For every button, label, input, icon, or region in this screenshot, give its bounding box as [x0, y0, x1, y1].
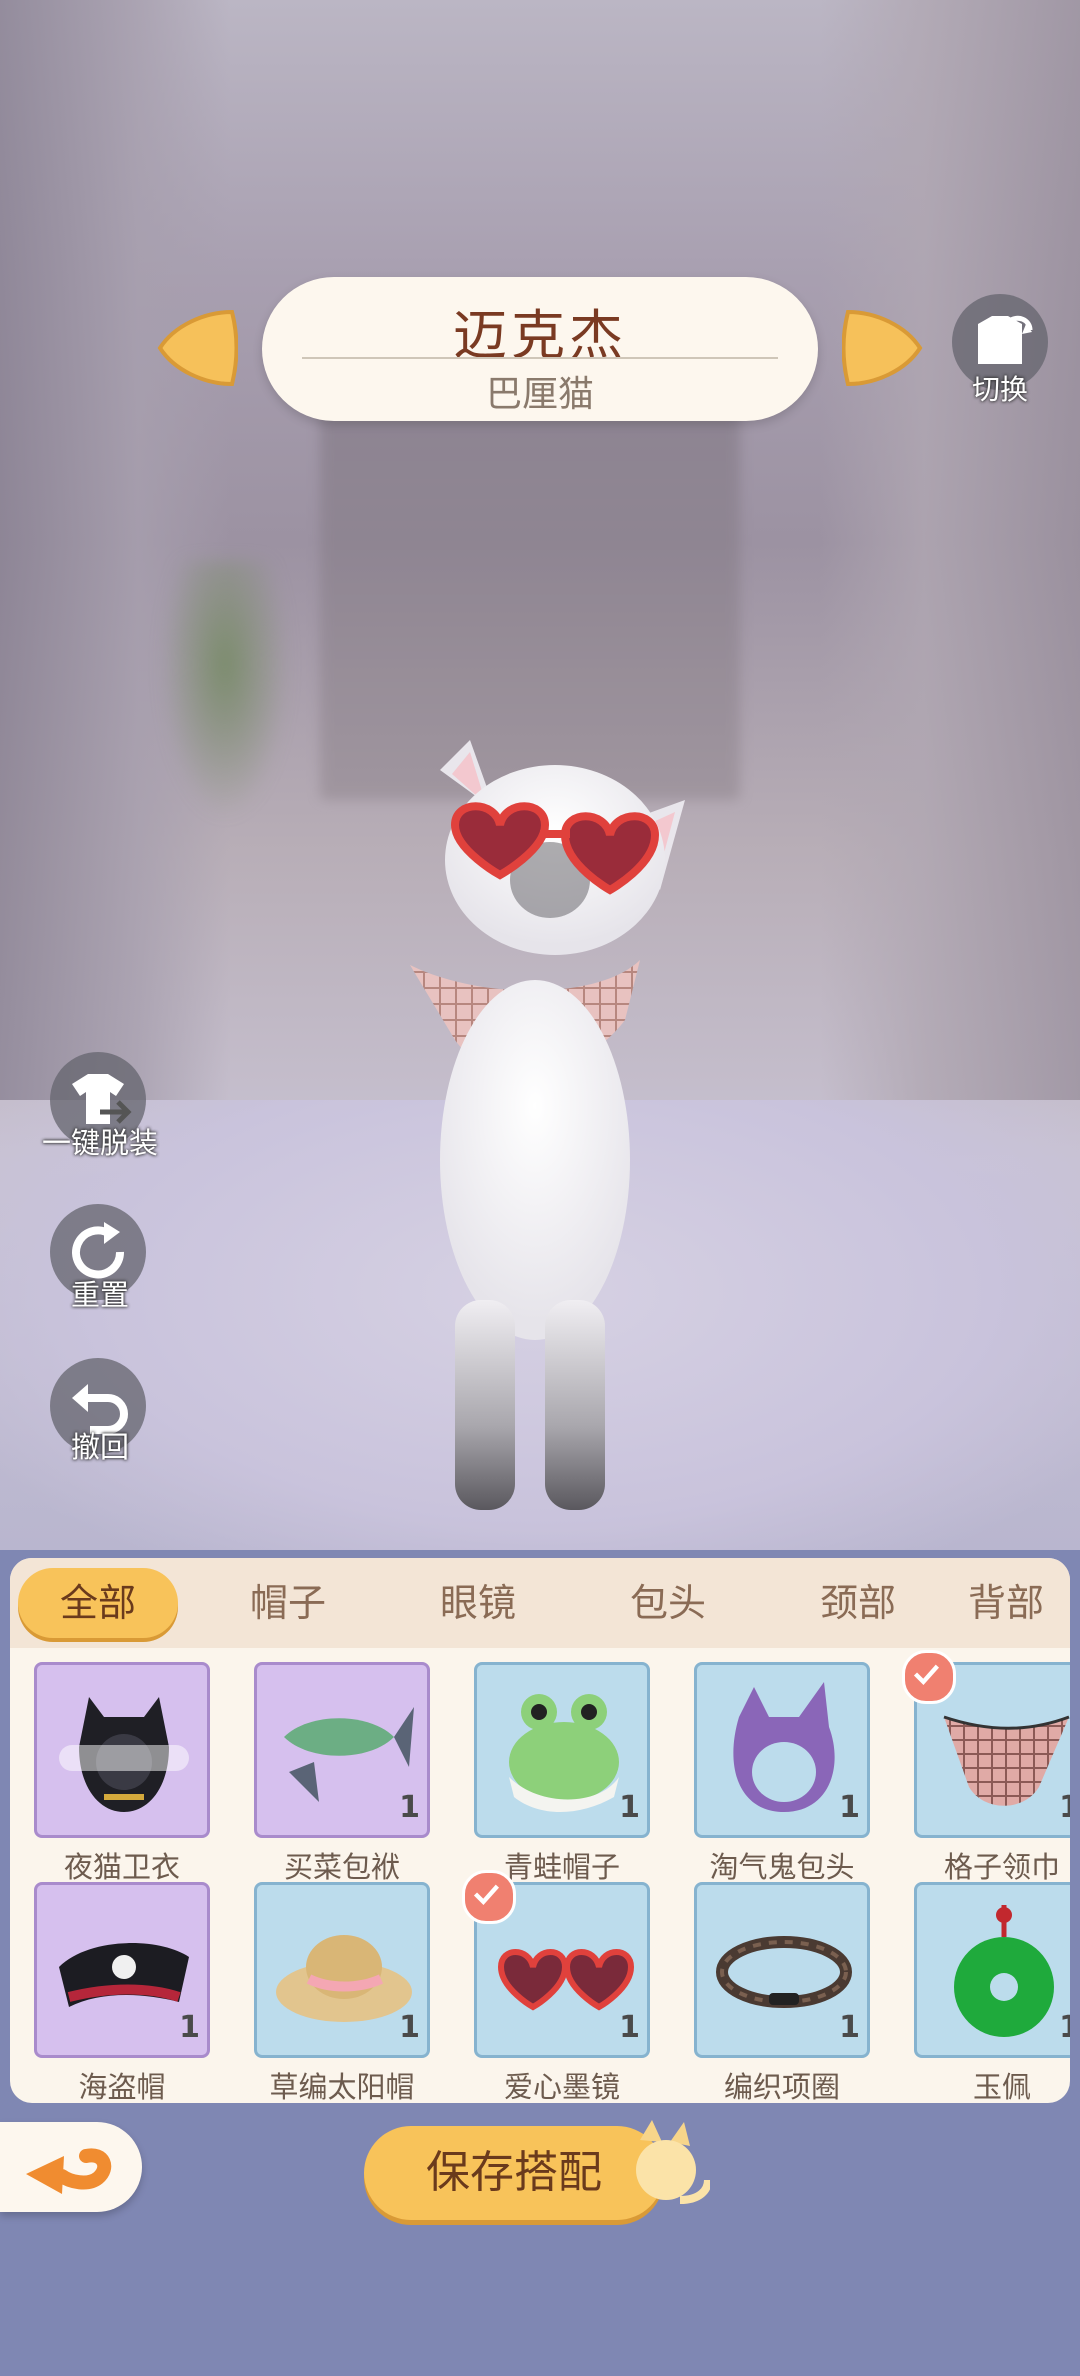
- item-label: 夜猫卫衣: [63, 1850, 180, 1884]
- item-label: 玉佩: [972, 2070, 1031, 2103]
- wardrobe-panel-inner: 全部 帽子 眼镜 包头 颈部 背部 夜猫卫衣 1 买菜包袱 1 青蛙帽子 1 淘…: [10, 1558, 1070, 2103]
- heart-sunglasses-icon: [497, 1949, 635, 2011]
- room-shelf: [320, 380, 740, 800]
- pet-breed: 巴厘猫: [485, 374, 594, 415]
- wardrobe-panel: 全部 帽子 眼镜 包头 颈部 背部 夜猫卫衣 1 买菜包袱 1 青蛙帽子 1 淘…: [0, 1550, 1080, 2105]
- hoodie-icon: [59, 1697, 189, 1812]
- room-scene: [0, 0, 1080, 1550]
- item-count: 1: [619, 2010, 640, 2045]
- room-plant: [160, 560, 290, 820]
- item-label: 格子领巾: [943, 1850, 1060, 1884]
- item-count: 1: [839, 2010, 860, 2045]
- item-count: 1: [399, 2010, 420, 2045]
- frog-hat-icon: [509, 1694, 619, 1812]
- tab-back[interactable]: 背部: [968, 1568, 1070, 1638]
- back-arrow-icon: [26, 2148, 112, 2194]
- item-label: 草编太阳帽: [269, 2070, 415, 2103]
- item-count: 1: [179, 2010, 200, 2045]
- item-label: 买菜包袱: [283, 1850, 400, 1884]
- item-thumb: [914, 1882, 1070, 2058]
- item-count: 1: [1059, 2010, 1070, 2045]
- item-label: 海盗帽: [78, 2070, 166, 2103]
- undress-all-label: 一键脱装: [41, 1126, 158, 1160]
- back-button[interactable]: [0, 2122, 142, 2212]
- tab-neck[interactable]: 颈部: [778, 1568, 938, 1638]
- pet-name-card: 迈克杰 巴厘猫: [262, 277, 818, 421]
- item-label: 编织项圈: [723, 2070, 840, 2103]
- straw-hat-icon: [276, 1935, 412, 2022]
- room-wall-left: [0, 0, 230, 1100]
- equipped-check-icon: [462, 1870, 516, 1924]
- cat-model[interactable]: [400, 740, 730, 1540]
- equipped-check-icon: [902, 1650, 956, 1704]
- tab-headwear[interactable]: 包头: [588, 1568, 748, 1638]
- prev-pet-arrow-icon[interactable]: [154, 306, 238, 390]
- switch-label: 切换: [971, 373, 1028, 406]
- item-count: 1: [399, 1790, 420, 1825]
- next-pet-arrow-icon[interactable]: [842, 306, 926, 390]
- item-count: 1: [839, 1790, 860, 1825]
- pirate-hat-icon: [59, 1943, 189, 2007]
- name-divider: [302, 357, 778, 359]
- braided-collar-icon: [716, 1936, 852, 2008]
- item-grid: 夜猫卫衣 1 买菜包袱 1 青蛙帽子 1 淘气鬼包头 1 格子领巾 1 海盗帽 …: [10, 1650, 1070, 2103]
- undo-label: 撤回: [70, 1430, 129, 1464]
- item-count: 1: [619, 1790, 640, 1825]
- tab-glasses[interactable]: 眼镜: [398, 1568, 558, 1638]
- cat-mascot-icon: [636, 2120, 710, 2204]
- item-count: 1: [1059, 1790, 1070, 1825]
- plaid-bandana-icon: [943, 1715, 1070, 1806]
- jade-pendant-icon: [954, 1905, 1054, 2037]
- room-wall-right: [820, 0, 1080, 1100]
- item-thumb: [34, 1662, 210, 1838]
- tab-hats[interactable]: 帽子: [208, 1568, 368, 1638]
- category-tabs: 全部 帽子 眼镜 包头 颈部 背部: [10, 1558, 1070, 1648]
- devil-hood-icon: [733, 1682, 835, 1812]
- reset-label: 重置: [70, 1278, 129, 1312]
- fish-bag-icon: [284, 1707, 414, 1802]
- item-label: 爱心墨镜: [503, 2070, 620, 2103]
- item-label: 淘气鬼包头: [709, 1850, 855, 1884]
- save-outfit-button[interactable]: 保存搭配: [364, 2126, 664, 2220]
- tab-all[interactable]: 全部: [18, 1568, 178, 1638]
